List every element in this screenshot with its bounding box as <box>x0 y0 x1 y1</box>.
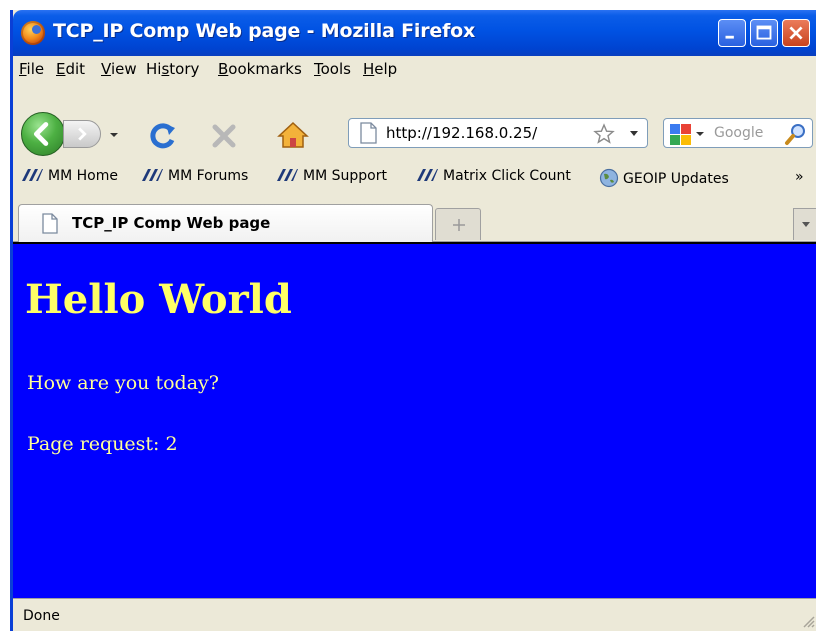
maximize-icon <box>756 25 772 40</box>
close-icon <box>789 26 803 40</box>
bookmark-star-icon[interactable] <box>593 123 615 145</box>
search-bar[interactable]: Google <box>663 118 813 148</box>
google-engine-icon[interactable] <box>669 123 705 145</box>
menu-file[interactable]: File <box>19 60 44 78</box>
back-arrow-icon <box>33 122 49 146</box>
forward-button[interactable] <box>63 120 101 148</box>
minimize-button[interactable] <box>718 19 746 47</box>
window-title: TCP_IP Comp Web page - Mozilla Firefox <box>53 20 476 42</box>
page-icon <box>42 213 58 234</box>
url-text: http://192.168.0.25/ <box>386 124 538 142</box>
menu-edit[interactable]: Edit <box>56 60 85 78</box>
status-bar: Done <box>13 598 816 631</box>
navigation-toolbar: http://192.168.0.25/ Google <box>13 82 816 162</box>
firefox-logo-icon <box>21 21 45 45</box>
search-placeholder: Google <box>714 125 764 141</box>
bookmark-geoip-updates[interactable]: GEOIP Updates <box>599 168 729 188</box>
reload-icon[interactable] <box>147 120 179 150</box>
forward-arrow-icon <box>78 127 87 141</box>
url-bar[interactable]: http://192.168.0.25/ <box>348 118 648 148</box>
new-tab-button[interactable] <box>435 208 481 240</box>
bookmarks-toolbar: MM Home MM Forums MM Support Matrix Clic… <box>13 162 816 192</box>
greeting-text: How are you today? <box>27 372 219 394</box>
home-icon[interactable] <box>276 120 310 150</box>
page-content: Hello World How are you today? Page requ… <box>13 242 816 598</box>
globe-icon <box>599 168 619 188</box>
menu-view[interactable]: View <box>101 60 137 78</box>
stop-icon[interactable] <box>210 122 238 150</box>
bookmark-mm-forums[interactable]: MM Forums <box>140 168 248 184</box>
history-dropdown-icon[interactable] <box>108 130 120 140</box>
bookmark-mm-home[interactable]: MM Home <box>20 168 118 184</box>
tab-tcp-ip-comp[interactable]: TCP_IP Comp Web page <box>18 204 433 242</box>
tab-bar: TCP_IP Comp Web page <box>13 192 816 242</box>
matrix-logo-icon <box>417 169 438 181</box>
search-icon[interactable] <box>784 122 808 146</box>
menu-bookmarks[interactable]: Bookmarks <box>218 60 302 78</box>
matrix-logo-icon <box>277 169 298 181</box>
url-dropdown-icon[interactable] <box>629 130 639 138</box>
maximize-button[interactable] <box>750 19 778 47</box>
bookmark-mm-support[interactable]: MM Support <box>275 168 387 184</box>
page-request-text: Page request: 2 <box>27 433 178 455</box>
page-heading: Hello World <box>25 276 292 323</box>
bookmarks-overflow-chevron[interactable]: » <box>795 169 804 185</box>
close-button[interactable] <box>782 19 810 47</box>
plus-icon <box>453 219 465 231</box>
matrix-logo-icon <box>22 169 43 181</box>
title-bar[interactable]: TCP_IP Comp Web page - Mozilla Firefox <box>13 10 816 56</box>
minimize-icon <box>725 35 734 39</box>
menu-help[interactable]: Help <box>363 60 397 78</box>
matrix-logo-icon <box>142 169 163 181</box>
resize-grip-icon[interactable] <box>801 614 815 628</box>
page-icon <box>360 122 377 144</box>
menu-history[interactable]: History <box>146 60 199 78</box>
status-text: Done <box>23 608 60 624</box>
chevron-down-icon <box>802 222 810 227</box>
back-button[interactable] <box>21 112 65 156</box>
tab-list-button[interactable] <box>793 208 816 240</box>
bookmark-matrix-click-count[interactable]: Matrix Click Count <box>415 168 571 184</box>
menu-tools[interactable]: Tools <box>314 60 351 78</box>
tab-label: TCP_IP Comp Web page <box>72 214 271 232</box>
menu-bar: File Edit View History Bookmarks Tools H… <box>13 56 816 82</box>
browser-window: TCP_IP Comp Web page - Mozilla Firefox F… <box>10 10 816 631</box>
